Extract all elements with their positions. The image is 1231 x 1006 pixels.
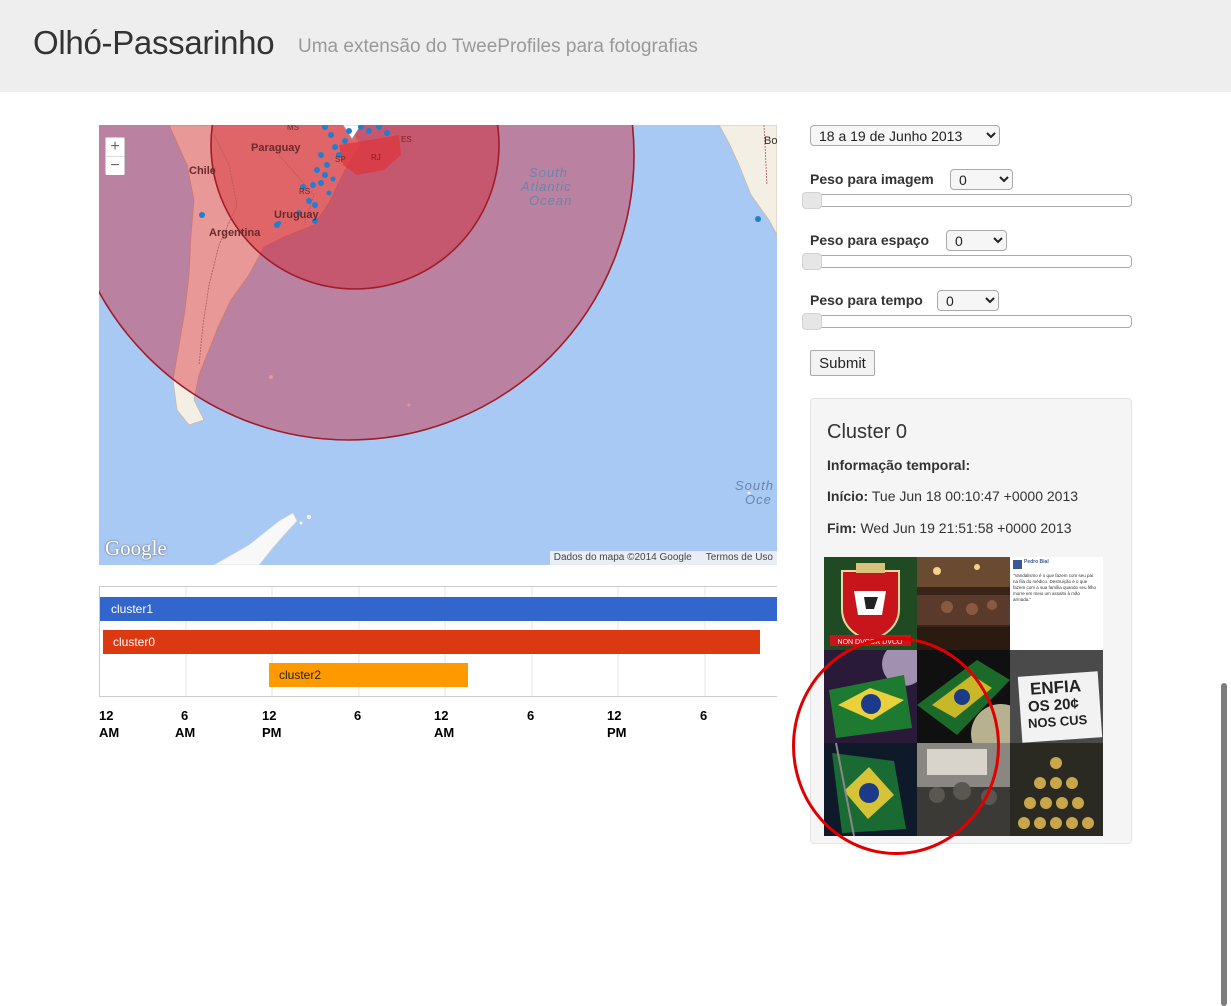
photo-thumbnail[interactable] [1010, 743, 1103, 836]
start-label: Início: [827, 488, 869, 504]
image-weight-label: Peso para imagem [810, 171, 934, 187]
temporal-info-heading: Informação temporal: [827, 457, 971, 473]
cluster-start: Início: Tue Jun 18 00:10:47 +0000 2013 [827, 488, 1078, 504]
timeline-label-cluster0[interactable]: cluster0 [113, 635, 155, 649]
space-weight-select[interactable]: 0 [946, 230, 1007, 251]
time-weight-select[interactable]: 0 [937, 290, 999, 311]
photo-thumbnail[interactable]: NON DVCOR DVCO [824, 557, 917, 650]
photo-thumbnail[interactable] [917, 557, 1010, 650]
map-label-rs: RS [299, 187, 311, 196]
cluster-title: Cluster 0 [827, 421, 908, 443]
map-label-argentina: Argentina [209, 227, 261, 239]
timeline-tick: 6 AM [175, 708, 196, 740]
submit-button[interactable]: Submit [810, 350, 875, 376]
map-land-antarctica [213, 512, 298, 565]
google-logo[interactable]: Google [105, 536, 167, 561]
slider-handle[interactable] [802, 192, 822, 209]
photo-thumbnail[interactable]: Pedro Bial "Vandalismo é o que fazem com… [1010, 557, 1103, 650]
zoom-in-button[interactable]: + [106, 138, 124, 156]
sign-line-1: ENFIA [1029, 676, 1082, 699]
zoom-out-button[interactable]: − [106, 157, 124, 175]
map-label-es: ES [401, 135, 412, 144]
photo-thumbnail[interactable] [917, 650, 1010, 743]
map-label-uruguay: Uruguay [274, 209, 319, 221]
site-tagline: Uma extensão do TweeProfiles para fotogr… [298, 36, 698, 57]
photo-thumbnail[interactable] [824, 743, 917, 836]
map-label-south-line1: South [735, 478, 774, 493]
map-canvas [99, 125, 777, 565]
timeline-tick: 12 PM [607, 708, 627, 740]
cluster-end: Fim: Wed Jun 19 21:51:58 +0000 2013 [827, 520, 1072, 536]
map-zoom-control: + − [105, 137, 125, 175]
map-label-south-line2: Oce [745, 492, 772, 507]
timeline-label-cluster1[interactable]: cluster1 [111, 602, 153, 616]
map-label-ocean-line1: South [529, 165, 568, 180]
avatar [1013, 560, 1022, 569]
map-label-chile: Chile [189, 165, 216, 177]
map-attribution: Dados do mapa ©2014 Google Termos de Uso [549, 551, 777, 565]
start-value: Tue Jun 18 00:10:47 +0000 2013 [871, 488, 1079, 504]
page-scrollbar[interactable] [1221, 683, 1227, 1006]
end-value: Wed Jun 19 21:51:58 +0000 2013 [860, 520, 1072, 536]
timeline-tick: 12 AM [99, 708, 120, 740]
post-text: "Vandalismo é o que fazem com seu pai na… [1013, 573, 1097, 602]
space-weight-slider[interactable] [802, 253, 1132, 270]
map-label-paraguay: Paraguay [251, 142, 301, 154]
photo-thumbnail[interactable] [917, 743, 1010, 836]
timeline-tick: 12 PM [262, 708, 282, 740]
slider-handle[interactable] [802, 313, 822, 330]
photo-thumbnail[interactable] [824, 650, 917, 743]
timeline-tick: 6 [354, 708, 362, 723]
map-data-credit[interactable]: Dados do mapa ©2014 Google [554, 552, 692, 564]
timeline-tick: 6 [700, 708, 708, 723]
site-brand[interactable]: Olhó-Passarinho [33, 24, 275, 62]
timeline-tick: 6 [527, 708, 535, 723]
photo-thumbnail[interactable]: ENFIA OS 20¢ NOS CUS [1010, 650, 1103, 743]
map-label-ms: MS [287, 125, 299, 132]
cluster-info-card: Cluster 0 Informação temporal: Início: T… [810, 398, 1132, 844]
image-weight-slider[interactable] [802, 192, 1132, 209]
post-author: Pedro Bial [1024, 559, 1049, 565]
page-header: Olhó-Passarinho Uma extensão do TweeProf… [0, 0, 1231, 92]
map-label-bo: Bo [764, 135, 777, 147]
map-label-ocean-line2: Atlantic [521, 179, 572, 194]
map-terms-link[interactable]: Termos de Uso [706, 552, 773, 564]
timeline-canvas [100, 587, 777, 696]
date-range-select[interactable]: 18 a 19 de Junho 2013 [810, 125, 1000, 146]
image-weight-select[interactable]: 0 [950, 169, 1013, 190]
time-weight-label: Peso para tempo [810, 292, 923, 308]
slider-handle[interactable] [802, 253, 822, 270]
cluster-photo-grid: NON DVCOR DVCO Pedro Bial "Vandalismo é … [824, 557, 1103, 836]
timeline-tick: 12 AM [434, 708, 455, 740]
timeline-label-cluster2[interactable]: cluster2 [279, 668, 321, 682]
map-label-ocean-line3: Ocean [529, 193, 573, 208]
map-label-sp: SP [335, 155, 346, 164]
time-weight-slider[interactable] [802, 313, 1132, 330]
space-weight-label: Peso para espaço [810, 232, 930, 248]
timeline-bar-cluster1 [100, 597, 777, 621]
timeline-bar-cluster0 [103, 630, 760, 654]
cluster-map[interactable]: Bo Chile Paraguay MS ES RJ SP RS Uruguay… [99, 125, 777, 565]
end-label: Fim: [827, 520, 857, 536]
map-label-rj: RJ [371, 153, 381, 162]
cluster-timeline: cluster1 cluster0 cluster2 [99, 586, 777, 697]
coat-banner-text: NON DVCOR DVCO [838, 639, 904, 646]
